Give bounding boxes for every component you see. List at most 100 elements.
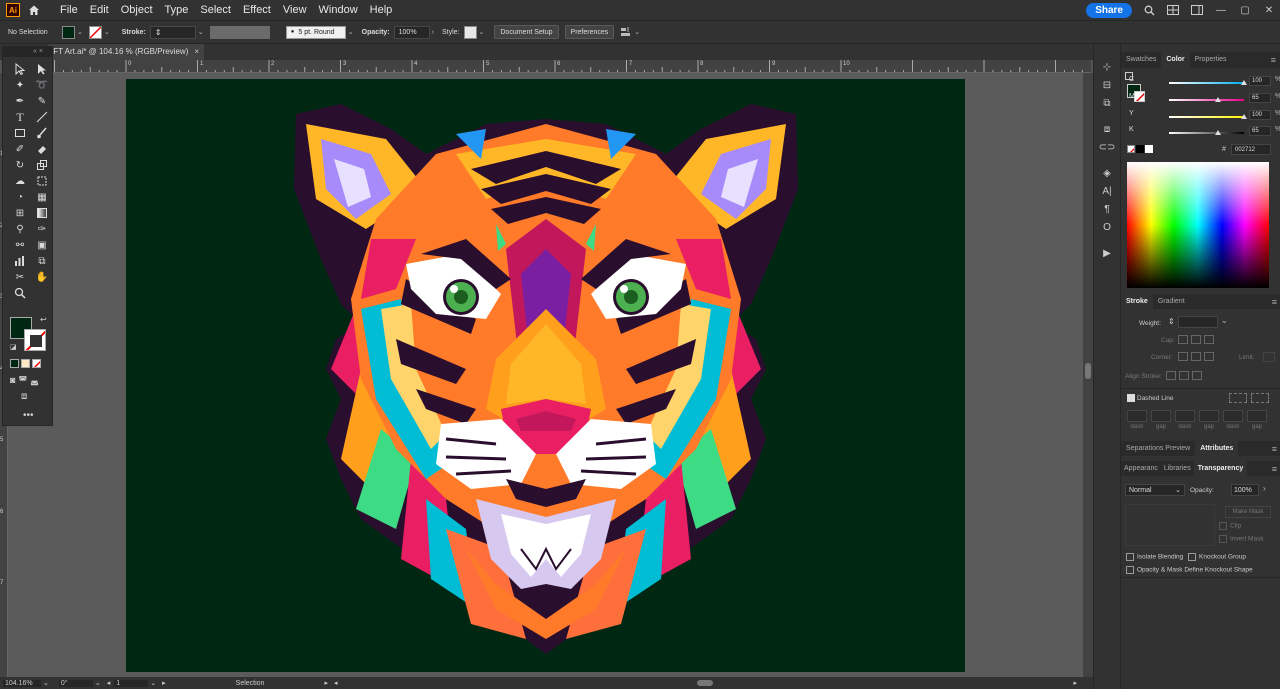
opacity-mask-thumbnail[interactable] bbox=[1125, 504, 1215, 546]
slider-track[interactable] bbox=[1169, 82, 1244, 84]
measure-tool-icon[interactable]: ✑ bbox=[32, 221, 52, 237]
selection-tool-icon[interactable] bbox=[10, 61, 30, 77]
more-tools-icon[interactable]: ••• bbox=[23, 410, 34, 421]
align-inside-icon[interactable] bbox=[1179, 371, 1189, 380]
blend-mode-select[interactable]: Normal ⌄ bbox=[1125, 484, 1185, 496]
eraser-tool-icon[interactable] bbox=[32, 141, 52, 157]
pathfinder-panel-icon[interactable]: ⧉ bbox=[1094, 94, 1120, 112]
rotate-tool-icon[interactable]: ↻ bbox=[10, 157, 30, 173]
artboard[interactable] bbox=[126, 79, 965, 672]
chevron-down-icon[interactable]: ⌄ bbox=[1221, 316, 1228, 325]
stroke-weight-stepper[interactable]: ⇕ ⌄ bbox=[149, 24, 204, 40]
tab-color[interactable]: Color bbox=[1161, 52, 1190, 68]
clip-checkbox[interactable]: Clip bbox=[1219, 522, 1241, 530]
status-menu-icon[interactable]: ▸ bbox=[324, 679, 328, 687]
gradient-mode-icon[interactable] bbox=[21, 359, 30, 368]
round-join-icon[interactable] bbox=[1191, 352, 1201, 361]
variable-width-profile[interactable] bbox=[209, 24, 270, 40]
free-transform-tool-icon[interactable] bbox=[32, 173, 52, 189]
tab-gradient[interactable]: Gradient bbox=[1153, 294, 1190, 309]
dash-input[interactable] bbox=[1223, 410, 1243, 422]
tab-properties[interactable]: Properties bbox=[1190, 52, 1232, 68]
arrange-documents-icon[interactable] bbox=[1166, 3, 1180, 17]
fill-stroke-control[interactable]: ↩ ◪ bbox=[10, 315, 50, 355]
hand-tool-icon[interactable]: ✋ bbox=[32, 269, 52, 285]
cyan-slider[interactable]: C 100 % bbox=[1129, 76, 1280, 90]
slider-thumb[interactable] bbox=[1241, 80, 1247, 85]
dash-input[interactable] bbox=[1175, 410, 1195, 422]
shape-builder-tool-icon[interactable]: ◔ bbox=[10, 189, 30, 205]
round-cap-icon[interactable] bbox=[1191, 335, 1201, 344]
none-swatch-icon[interactable] bbox=[1127, 145, 1135, 153]
share-button[interactable]: Share bbox=[1086, 2, 1132, 18]
tiger-artwork[interactable] bbox=[126, 79, 965, 672]
butt-cap-icon[interactable] bbox=[1178, 335, 1188, 344]
color-spectrum[interactable] bbox=[1127, 162, 1269, 288]
links-panel-icon[interactable]: ⊂⊃ bbox=[1094, 138, 1120, 156]
fill-swatch[interactable]: ⌄ bbox=[62, 24, 83, 40]
character-panel-icon[interactable]: A| bbox=[1094, 182, 1120, 200]
magenta-slider[interactable]: M 65 % bbox=[1129, 93, 1280, 107]
panel-menu-icon[interactable]: ≡ bbox=[1272, 294, 1277, 310]
horizontal-ruler[interactable]: 0 1 2 3 4 5 6 7 8 9 10 bbox=[8, 60, 1091, 73]
warp-tool-icon[interactable]: ☁ bbox=[10, 173, 30, 189]
gap-input[interactable] bbox=[1199, 410, 1219, 422]
opentype-panel-icon[interactable]: O bbox=[1094, 218, 1120, 236]
vertical-scrollbar[interactable] bbox=[1083, 73, 1093, 677]
magic-wand-tool-icon[interactable]: ✦ bbox=[10, 77, 30, 93]
slider-thumb[interactable] bbox=[1214, 130, 1221, 135]
white-swatch[interactable] bbox=[1145, 145, 1153, 153]
screen-mode-icon[interactable]: ⧈ bbox=[21, 391, 27, 402]
limit-input[interactable] bbox=[1263, 352, 1275, 362]
black-swatch[interactable] bbox=[1136, 145, 1144, 153]
channel-value[interactable]: 65 bbox=[1249, 126, 1271, 136]
channel-value[interactable]: 100 bbox=[1249, 110, 1271, 120]
curvature-tool-icon[interactable]: ✎ bbox=[32, 93, 52, 109]
canvas-area[interactable] bbox=[8, 73, 1083, 677]
document-tab[interactable]: IFT Art.ai* @ 104.16 % (RGB/Preview) × bbox=[48, 44, 204, 60]
opacity-input[interactable]: 100% bbox=[1231, 484, 1259, 496]
paragraph-panel-icon[interactable]: ¶ bbox=[1094, 200, 1120, 218]
slider-track[interactable] bbox=[1169, 99, 1244, 101]
minimize-icon[interactable]: — bbox=[1214, 3, 1228, 17]
direct-selection-tool-icon[interactable] bbox=[32, 61, 52, 77]
slider-track[interactable] bbox=[1169, 116, 1244, 118]
opacity-field[interactable]: 100% bbox=[393, 25, 430, 39]
opacity-control[interactable]: 100% › bbox=[393, 24, 434, 40]
channel-value[interactable]: 65 bbox=[1249, 93, 1271, 103]
brush-field[interactable]: ● 5 pt. Round bbox=[285, 25, 346, 39]
none-mode-icon[interactable] bbox=[32, 359, 41, 368]
channel-value[interactable]: 100 bbox=[1249, 76, 1271, 86]
stroke-box[interactable] bbox=[24, 329, 46, 351]
zoom-tool-icon[interactable] bbox=[10, 285, 30, 301]
dash-input[interactable] bbox=[1127, 410, 1147, 422]
align-outside-icon[interactable] bbox=[1192, 371, 1202, 380]
zoom-field[interactable]: 104.16% bbox=[3, 679, 41, 687]
brush-definition[interactable]: ● 5 pt. Round ⌄ bbox=[285, 24, 354, 40]
weight-input[interactable] bbox=[1178, 316, 1218, 328]
menu-file[interactable]: File bbox=[54, 0, 84, 20]
paintbrush-tool-icon[interactable] bbox=[32, 125, 52, 141]
scroll-right-icon[interactable]: ▸ bbox=[1073, 679, 1077, 687]
menu-edit[interactable]: Edit bbox=[84, 0, 115, 20]
tab-swatches[interactable]: Swatches bbox=[1121, 52, 1161, 68]
black-slider[interactable]: K 65 % bbox=[1129, 126, 1280, 140]
scroll-thumb[interactable] bbox=[1085, 363, 1091, 379]
tab-libraries[interactable]: Libraries bbox=[1161, 461, 1194, 476]
stroke-weight-field[interactable]: ⇕ bbox=[149, 25, 196, 39]
dash-align-corners-icon[interactable] bbox=[1251, 393, 1269, 403]
gap-input[interactable] bbox=[1247, 410, 1267, 422]
gradient-tool-icon[interactable] bbox=[32, 205, 52, 221]
dash-preserve-icon[interactable] bbox=[1229, 393, 1247, 403]
type-tool-icon[interactable]: T bbox=[10, 109, 30, 125]
eyedropper-tool-icon[interactable]: ⚲ bbox=[10, 221, 30, 237]
blend-tool-icon[interactable]: ⚯ bbox=[10, 237, 30, 253]
slice-tool-icon[interactable]: ✂ bbox=[10, 269, 30, 285]
next-artboard-icon[interactable]: ▸ bbox=[162, 679, 166, 687]
layers-panel-icon[interactable]: ◈ bbox=[1094, 164, 1120, 182]
graph-tool-icon[interactable] bbox=[10, 253, 30, 269]
profile-field[interactable] bbox=[209, 25, 270, 39]
panel-menu-icon[interactable]: ≡ bbox=[1272, 461, 1277, 477]
scale-tool-icon[interactable] bbox=[32, 157, 52, 173]
color-mode-icon[interactable] bbox=[10, 359, 19, 368]
